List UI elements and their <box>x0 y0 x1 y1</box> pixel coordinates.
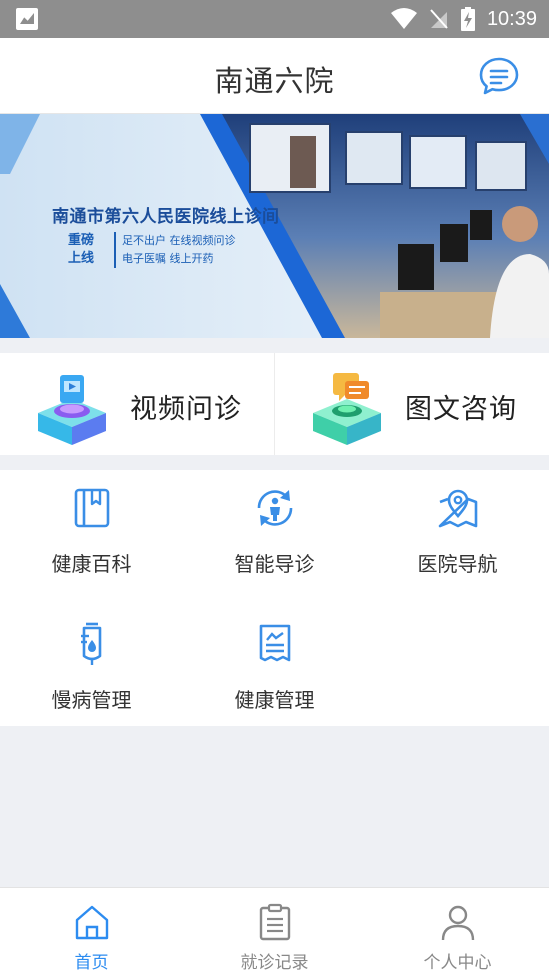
service-label: 智能导诊 <box>234 552 315 576</box>
user-icon <box>441 905 474 941</box>
banner-sub-line1: 足不出户 在线视频问诊 <box>122 234 236 247</box>
banner-tag-line1: 重磅 <box>68 233 95 248</box>
service-label: 健康管理 <box>234 688 315 712</box>
app-bar: 南通六院 <box>0 38 549 114</box>
map-pin-icon <box>438 489 478 528</box>
chat-consult-icon <box>313 373 381 445</box>
tab-label: 首页 <box>74 953 109 973</box>
chat-consult-label: 图文咨询 <box>405 394 517 425</box>
banner-sub-line2: 电子医嘱 线上开药 <box>122 252 214 265</box>
message-icon[interactable] <box>479 56 519 96</box>
chat-consult-button[interactable]: 图文咨询 <box>274 353 549 455</box>
status-time: 10:39 <box>486 7 537 30</box>
no-signal-icon <box>430 9 448 29</box>
service-health-management[interactable]: 健康管理 <box>183 606 366 726</box>
service-chronic-disease[interactable]: 慢病管理 <box>0 606 183 726</box>
promo-banner[interactable]: 南通市第六人民医院线上诊间 重磅 上线 足不出户 在线视频问诊 电子医嘱 线上开… <box>0 114 549 338</box>
page-title: 南通六院 <box>214 64 335 98</box>
book-icon <box>74 488 110 528</box>
video-consult-label: 视频问诊 <box>130 394 242 425</box>
tab-home[interactable]: 首页 <box>0 888 183 977</box>
person-refresh-icon <box>257 490 293 526</box>
banner-tag-line2: 上线 <box>68 251 95 266</box>
service-smart-guide[interactable]: 智能导诊 <box>183 470 366 590</box>
service-grid: 健康百科 智能导诊 医院导航 慢病管理 健康管理 <box>0 470 549 726</box>
clipboard-icon <box>259 903 290 941</box>
iv-drip-icon <box>81 622 102 665</box>
battery-charging-icon <box>460 7 475 31</box>
banner-tag: 重磅 上线 <box>68 232 94 268</box>
status-icons: 10:39 <box>390 6 537 32</box>
banner-title: 南通市第六人民医院线上诊间 <box>52 207 280 227</box>
status-bar: 10:39 <box>0 0 549 38</box>
bottom-tab-bar: 首页 就诊记录 个人中心 <box>0 887 549 977</box>
banner-subtitle: 足不出户 在线视频问诊 电子医嘱 线上开药 <box>114 232 236 268</box>
video-consult-button[interactable]: 视频问诊 <box>0 353 274 455</box>
tab-label: 个人中心 <box>423 953 492 973</box>
home-icon <box>75 905 108 940</box>
tab-label: 就诊记录 <box>240 953 309 973</box>
tab-visit-records[interactable]: 就诊记录 <box>183 888 366 977</box>
primary-actions: 视频问诊 图文咨询 <box>0 353 549 455</box>
gallery-notification-icon <box>16 8 38 30</box>
service-label: 慢病管理 <box>51 688 132 712</box>
service-label: 医院导航 <box>417 552 498 576</box>
wifi-icon <box>390 8 417 29</box>
service-hospital-nav[interactable]: 医院导航 <box>366 470 549 590</box>
video-consult-icon <box>38 375 106 445</box>
report-icon <box>259 624 291 662</box>
service-label: 健康百科 <box>51 552 132 576</box>
tab-profile[interactable]: 个人中心 <box>366 888 549 977</box>
service-health-wiki[interactable]: 健康百科 <box>0 470 183 590</box>
